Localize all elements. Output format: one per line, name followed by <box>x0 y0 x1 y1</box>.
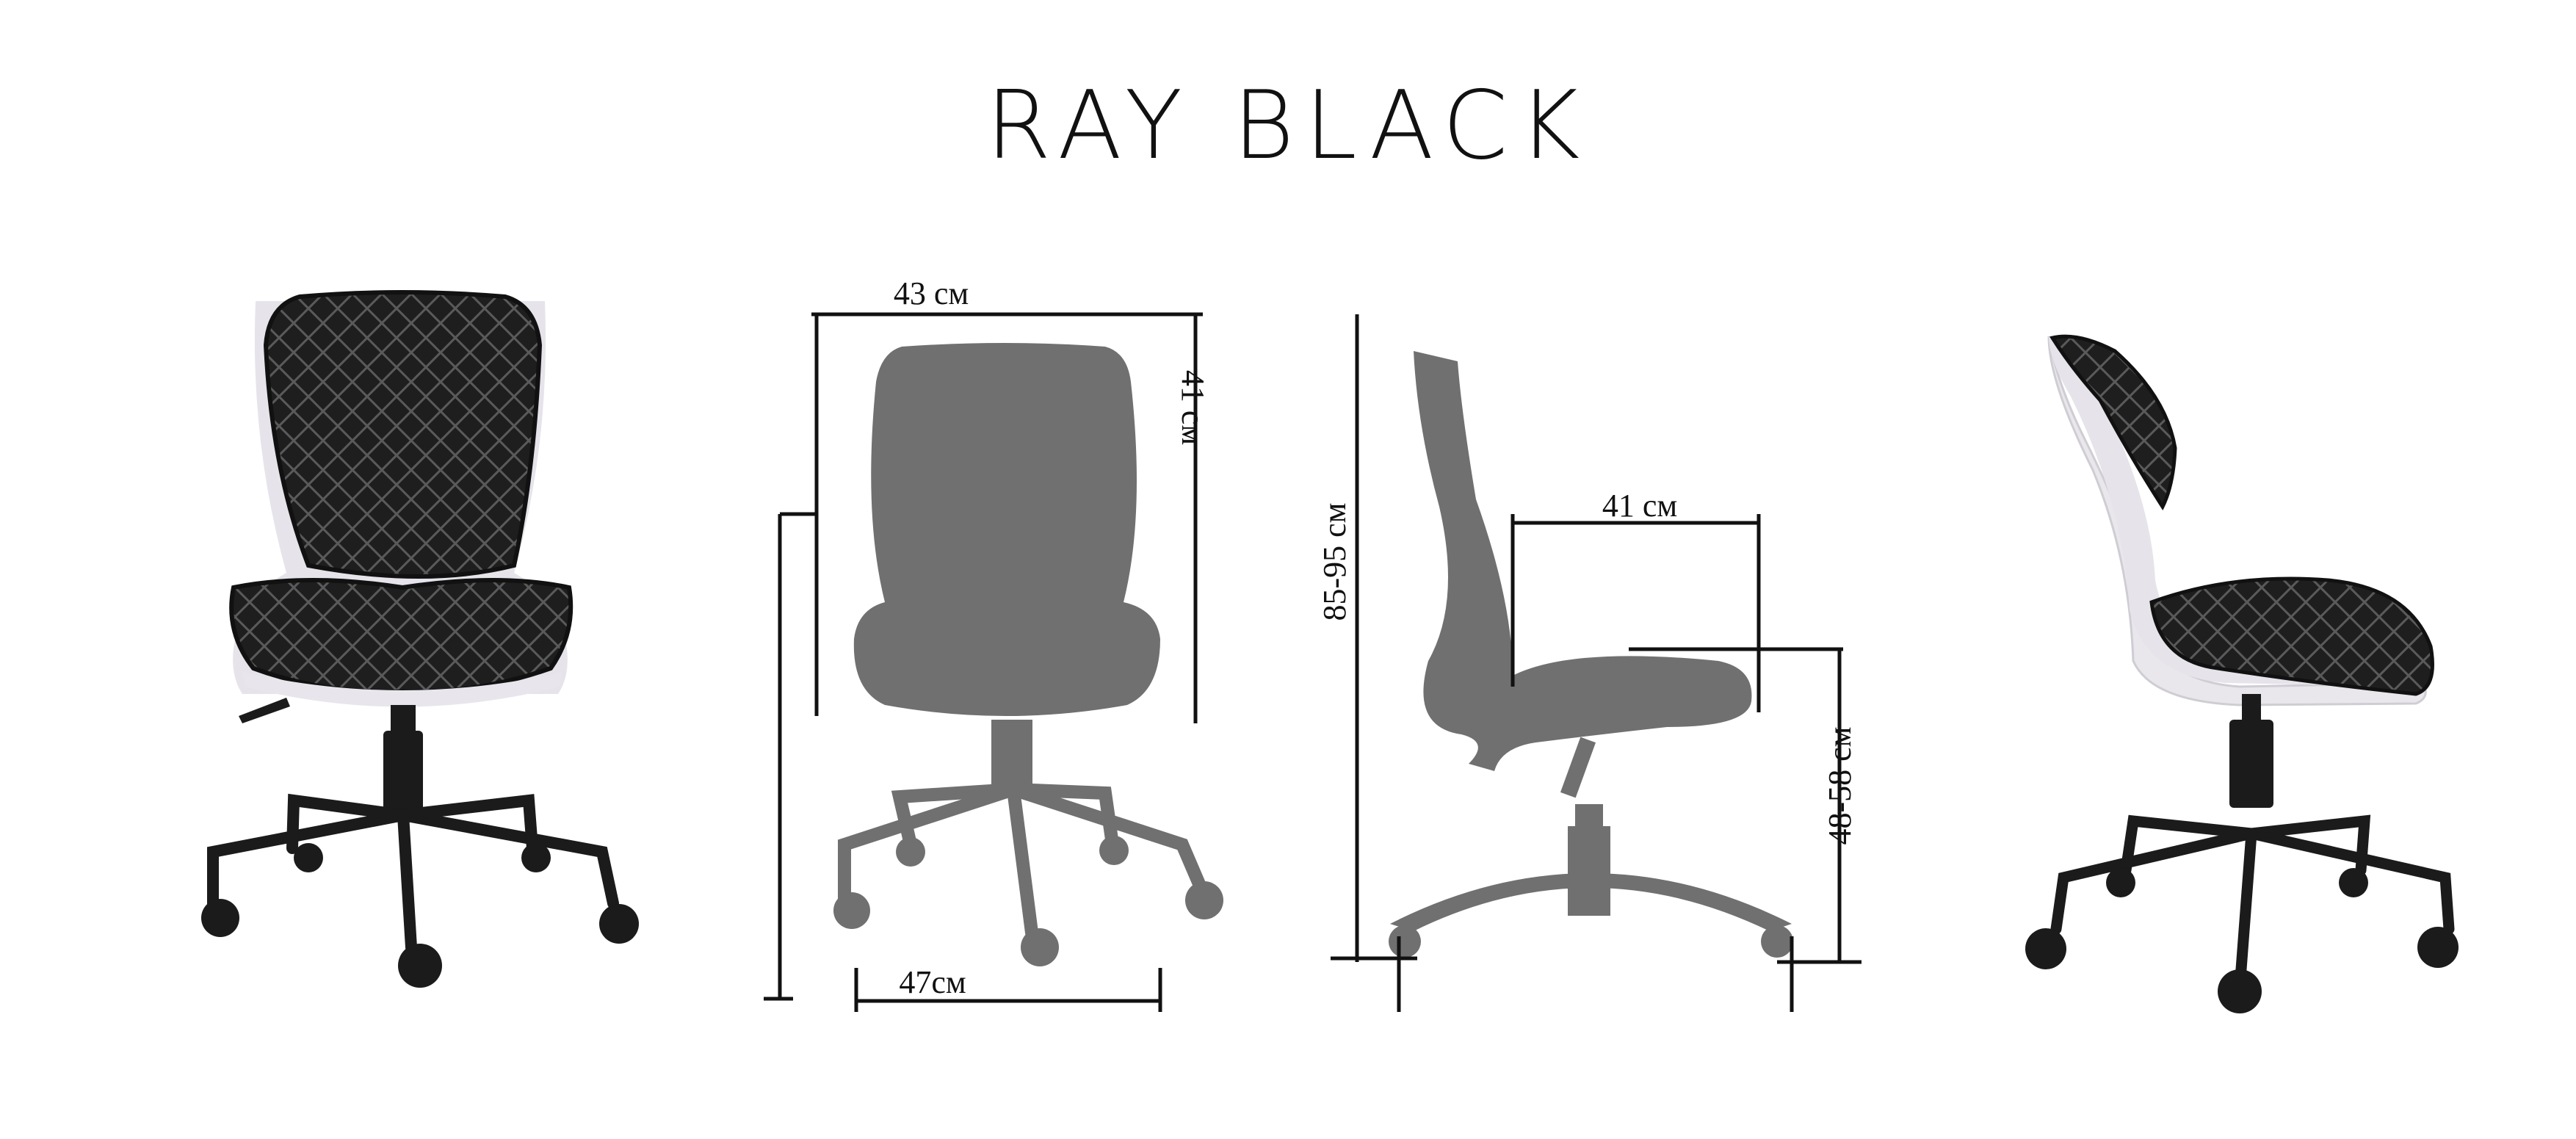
product-title: RAY BLACK <box>986 71 1591 181</box>
chair-photo-side <box>2025 334 2459 1013</box>
front-seat <box>229 578 574 695</box>
front-width-label: 43 см <box>894 275 969 311</box>
base-width-label: 47см <box>899 964 966 1000</box>
chair-photo-front <box>201 290 639 988</box>
side-silhouette-diagram: 85-95 см 41 см 48-58 см <box>1317 314 1862 1012</box>
side-silhouette-shell <box>1414 351 1752 771</box>
front-silhouette-diagram: 43 см 41 см 47см <box>764 275 1223 1012</box>
backrest-height-label: 41 см <box>1175 370 1211 445</box>
seat-depth-label: 41 см <box>1602 488 1677 524</box>
front-backrest <box>263 290 543 579</box>
seat-height-label: 48-58 см <box>1822 726 1858 845</box>
front-silhouette-backrest <box>853 343 1160 716</box>
total-height-label: 85-95 см <box>1317 502 1353 621</box>
product-sheet: RAY BLACK 43 см 41 см 47см 85-95 см 41 с… <box>201 71 2459 1013</box>
